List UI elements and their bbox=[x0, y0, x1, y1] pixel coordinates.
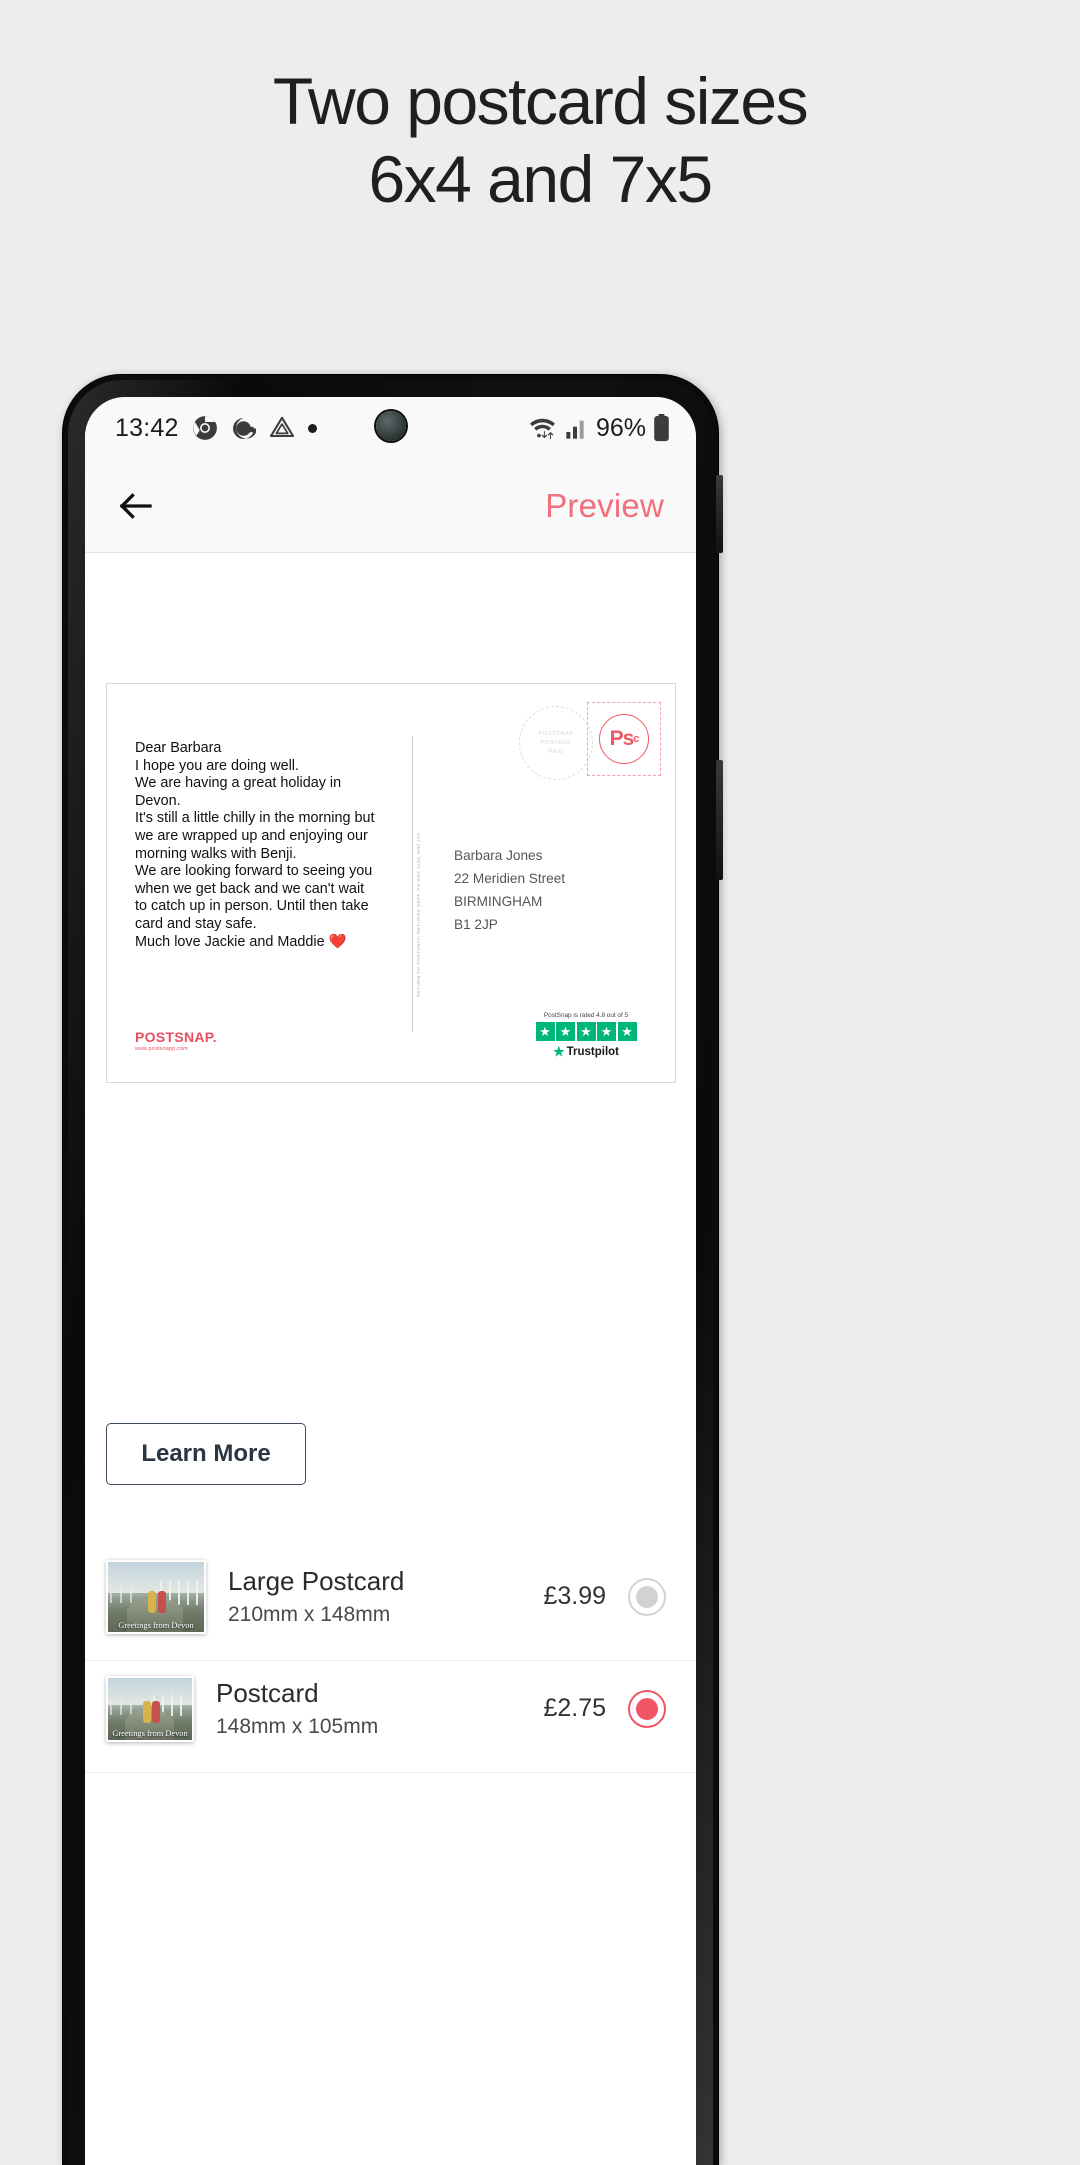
postmark-icon: POSTSNAP POSTAGE PAID bbox=[519, 706, 593, 780]
address-line-4: B1 2JP bbox=[454, 917, 498, 932]
postcard-message: Dear Barbara I hope you are doing well. … bbox=[135, 740, 375, 950]
thumb-fence-left bbox=[109, 1698, 134, 1715]
postcard-address-side: RETURN TO POSTSNAP, RETURNS DEPT, PO BOX… bbox=[416, 684, 677, 1082]
postmark-mid-label: POSTAGE bbox=[540, 739, 572, 746]
chrome-icon bbox=[192, 415, 218, 441]
drive-icon bbox=[269, 415, 295, 441]
headline-line-1: Two postcard sizes bbox=[272, 64, 809, 138]
trustpilot-rating-label: PostSnap is rated 4.8 out of 5 bbox=[543, 1012, 629, 1019]
thumb-caption: Greetings from Devon bbox=[112, 1728, 188, 1738]
back-arrow-icon[interactable] bbox=[115, 485, 157, 527]
signal-icon bbox=[565, 416, 589, 440]
star-icon: ★ bbox=[576, 1022, 596, 1041]
postsnap-logo-name: POSTSNAP. bbox=[135, 1029, 217, 1045]
thumb-caption: Greetings from Devon bbox=[118, 1620, 194, 1630]
postcard-return-text: RETURN TO POSTSNAP, RETURNS DEPT, PO BOX… bbox=[416, 832, 421, 997]
notification-dot-icon bbox=[307, 423, 317, 433]
thumb-person-2 bbox=[157, 1591, 166, 1614]
status-bar: 13:42 96% bbox=[85, 397, 696, 459]
status-bar-left: 13:42 bbox=[115, 414, 317, 443]
postsnap-logo: POSTSNAP. www.postsnapp.com bbox=[135, 1029, 217, 1052]
postcard-preview[interactable]: Dear Barbara I hope you are doing well. … bbox=[106, 683, 676, 1083]
postsnap-logo-url: www.postsnapp.com bbox=[135, 1046, 188, 1052]
postcard-divider bbox=[412, 736, 413, 1032]
recipient-address: Barbara Jones 22 Meridien Street BIRMING… bbox=[454, 844, 565, 936]
status-bar-right: 96% bbox=[527, 414, 670, 443]
status-bar-clock: 13:42 bbox=[115, 413, 179, 442]
address-line-3: BIRMINGHAM bbox=[454, 894, 543, 909]
thumb-person-1 bbox=[143, 1701, 152, 1724]
postmark-top-label: POSTSNAP bbox=[538, 730, 574, 737]
radio-dot bbox=[636, 1585, 658, 1608]
marketing-headline: Two postcard sizes 6x4 and 7x5 bbox=[0, 62, 1080, 218]
phone-volume-button bbox=[716, 475, 723, 553]
phone-power-button bbox=[716, 760, 723, 880]
thumb-person-2 bbox=[151, 1701, 160, 1724]
phone-mockup: 13:42 96% Preview Dear Barbara I hope yo… bbox=[63, 375, 723, 2165]
wifi-icon bbox=[527, 415, 558, 441]
product-title: Postcard bbox=[216, 1677, 319, 1708]
learn-more-label: Learn More bbox=[141, 1440, 271, 1467]
product-radio-button-selected[interactable] bbox=[628, 1689, 666, 1728]
product-price: £2.75 bbox=[543, 1694, 606, 1722]
stamp-label: Ps bbox=[609, 727, 635, 750]
product-radio-button[interactable] bbox=[628, 1577, 666, 1616]
google-icon bbox=[231, 416, 256, 441]
app-bar: Preview bbox=[85, 459, 696, 553]
address-line-2: 22 Meridien Street bbox=[454, 871, 566, 886]
thumb-fence-left bbox=[109, 1585, 137, 1604]
headline-line-2: 6x4 and 7x5 bbox=[368, 142, 713, 216]
battery-percent-label: 96% bbox=[595, 413, 646, 442]
product-info: Large Postcard 210mm x 148mm bbox=[228, 1564, 404, 1630]
star-icon: ★ bbox=[535, 1022, 555, 1041]
trustpilot-name: Trustpilot bbox=[566, 1046, 620, 1058]
battery-icon bbox=[653, 414, 670, 442]
product-row-large-postcard[interactable]: Greetings from Devon Large Postcard 210m… bbox=[85, 1533, 696, 1661]
page-title: Preview bbox=[545, 486, 664, 524]
product-thumbnail: Greetings from Devon bbox=[106, 1675, 194, 1742]
postage-stamp-icon: Ps c bbox=[587, 702, 661, 776]
postcard-stamp-area: POSTSNAP POSTAGE PAID Ps c bbox=[519, 702, 661, 780]
radio-dot bbox=[636, 1697, 658, 1720]
product-row-postcard[interactable]: Greetings from Devon Postcard 148mm x 10… bbox=[85, 1645, 696, 1773]
trustpilot-stars: ★ ★ ★ ★ ★ bbox=[506, 1022, 666, 1041]
product-info: Postcard 148mm x 105mm bbox=[216, 1676, 378, 1742]
thumb-person-1 bbox=[148, 1591, 157, 1614]
product-price: £3.99 bbox=[543, 1582, 606, 1610]
address-line-1: Barbara Jones bbox=[454, 848, 543, 863]
star-icon: ★ bbox=[597, 1022, 616, 1041]
postmark-bottom-label: PAID bbox=[548, 748, 564, 755]
app-body: Dear Barbara I hope you are doing well. … bbox=[85, 553, 696, 2165]
stamp-logo: Ps c bbox=[599, 714, 649, 764]
product-dimensions: 148mm x 105mm bbox=[216, 1714, 379, 1738]
trustpilot-wordmark: ★ Trustpilot bbox=[506, 1044, 666, 1060]
stamp-sup: c bbox=[633, 733, 639, 745]
product-title: Large Postcard bbox=[228, 1565, 405, 1596]
star-icon: ★ bbox=[556, 1022, 575, 1041]
product-dimensions: 210mm x 148mm bbox=[228, 1602, 391, 1626]
star-icon: ★ bbox=[617, 1022, 637, 1041]
phone-screen: 13:42 96% Preview Dear Barbara I hope yo… bbox=[85, 397, 696, 2165]
product-thumbnail: Greetings from Devon bbox=[106, 1559, 206, 1634]
trustpilot-badge: PostSnap is rated 4.8 out of 5 ★ ★ ★ ★ ★… bbox=[506, 1012, 666, 1060]
postcard-message-side: Dear Barbara I hope you are doing well. … bbox=[107, 684, 412, 1082]
learn-more-button[interactable]: Learn More bbox=[106, 1423, 306, 1485]
trustpilot-star-icon: ★ bbox=[552, 1044, 565, 1059]
camera-punch-hole bbox=[375, 411, 406, 441]
